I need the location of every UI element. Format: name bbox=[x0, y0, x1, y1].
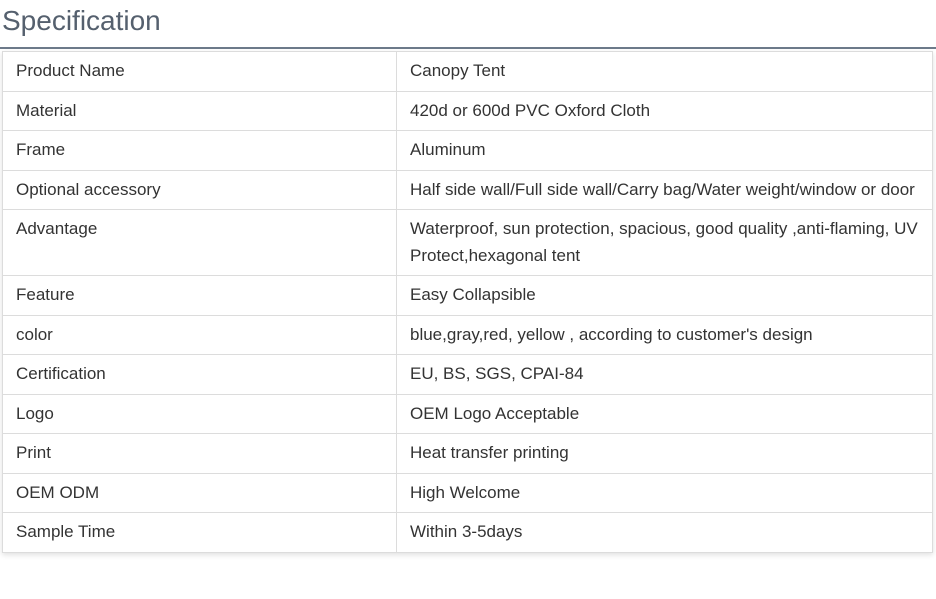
row-label: Print bbox=[2, 433, 397, 474]
row-value: 420d or 600d PVC Oxford Cloth bbox=[396, 90, 933, 131]
row-label: Certification bbox=[2, 354, 397, 395]
section-title: Specification bbox=[2, 5, 161, 36]
table-row: Feature Easy Collapsible bbox=[2, 275, 933, 316]
row-label: Frame bbox=[2, 130, 397, 171]
table-row: OEM ODM High Welcome bbox=[2, 472, 933, 513]
table-row: Logo OEM Logo Acceptable bbox=[2, 393, 933, 434]
row-label: Optional accessory bbox=[2, 169, 397, 210]
row-value: Waterproof, sun protection, spacious, go… bbox=[396, 209, 933, 276]
row-value: OEM Logo Acceptable bbox=[396, 393, 933, 434]
table-row: Material 420d or 600d PVC Oxford Cloth bbox=[2, 90, 933, 131]
table-row: Print Heat transfer printing bbox=[2, 433, 933, 474]
row-label: color bbox=[2, 314, 397, 355]
row-label: Product Name bbox=[2, 51, 397, 92]
row-value: Heat transfer printing bbox=[396, 433, 933, 474]
table-row: color blue,gray,red, yellow , according … bbox=[2, 314, 933, 355]
row-value: EU, BS, SGS, CPAI-84 bbox=[396, 354, 933, 395]
row-value: High Welcome bbox=[396, 472, 933, 513]
row-label: OEM ODM bbox=[2, 472, 397, 513]
row-value: Canopy Tent bbox=[396, 51, 933, 92]
row-value: Aluminum bbox=[396, 130, 933, 171]
table-row: Certification EU, BS, SGS, CPAI-84 bbox=[2, 354, 933, 395]
table-row: Sample Time Within 3-5days bbox=[2, 512, 933, 553]
row-label: Material bbox=[2, 90, 397, 131]
row-label: Feature bbox=[2, 275, 397, 316]
table-row: Optional accessory Half side wall/Full s… bbox=[2, 169, 933, 210]
table-row: Product Name Canopy Tent bbox=[2, 51, 933, 92]
table-row: Advantage Waterproof, sun protection, sp… bbox=[2, 209, 933, 276]
row-value: blue,gray,red, yellow , according to cus… bbox=[396, 314, 933, 355]
row-value: Easy Collapsible bbox=[396, 275, 933, 316]
specification-table: Product Name Canopy Tent Material 420d o… bbox=[2, 51, 933, 553]
row-value: Half side wall/Full side wall/Carry bag/… bbox=[396, 169, 933, 210]
title-underline bbox=[0, 47, 936, 49]
specification-section: Specification Product Name Canopy Tent M… bbox=[0, 0, 936, 599]
row-label: Sample Time bbox=[2, 512, 397, 553]
row-label: Advantage bbox=[2, 209, 397, 276]
row-value: Within 3-5days bbox=[396, 512, 933, 553]
row-label: Logo bbox=[2, 393, 397, 434]
table-row: Frame Aluminum bbox=[2, 130, 933, 171]
